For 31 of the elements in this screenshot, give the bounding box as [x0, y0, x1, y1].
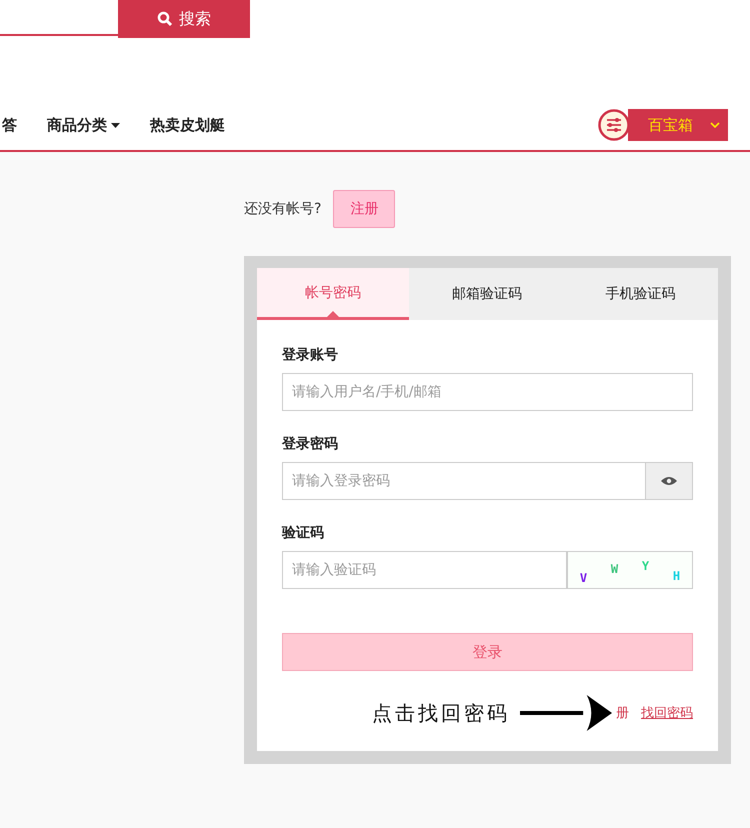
eye-icon — [661, 476, 677, 486]
register-prompt: 还没有帐号? — [244, 200, 322, 218]
login-tab[interactable]: 手机验证码 — [565, 268, 716, 320]
arrow-icon — [520, 695, 612, 731]
sliders-icon[interactable] — [598, 109, 630, 141]
forgot-password-link[interactable]: 找回密码 — [641, 704, 693, 722]
input-field[interactable]: 请输入登录密码 — [282, 462, 646, 500]
nav-link[interactable]: 答 — [2, 116, 17, 134]
toolbox-button[interactable]: 百宝箱 — [628, 109, 728, 141]
nav-link[interactable]: 商品分类 — [47, 116, 120, 134]
field-label: 登录账号 — [282, 346, 339, 364]
nav-link[interactable]: 热卖皮划艇 — [150, 116, 225, 134]
show-password-button[interactable] — [646, 462, 693, 500]
login-tab[interactable]: 帐号密码 — [257, 268, 409, 320]
captcha-char: W — [610, 562, 618, 576]
login-button[interactable]: 登录 — [282, 633, 693, 671]
register-button[interactable]: 注册 — [333, 190, 396, 228]
input-field[interactable]: 请输入用户名/手机/邮箱 — [282, 373, 693, 411]
register-link[interactable]: 册 — [616, 704, 629, 722]
search-icon — [157, 11, 173, 27]
chevron-icon — [710, 122, 720, 128]
input-field[interactable]: 请输入验证码 — [282, 551, 567, 589]
search-button[interactable]: 搜索 — [118, 0, 250, 38]
field-label: 验证码 — [282, 524, 325, 542]
annotation-text: 点击找回密码 — [372, 700, 510, 726]
field-label: 登录密码 — [282, 435, 339, 453]
login-tab[interactable]: 邮箱验证码 — [409, 268, 565, 320]
captcha-char: Y — [642, 559, 650, 573]
captcha-image[interactable]: V W Y H — [567, 551, 693, 589]
captcha-char: H — [672, 569, 680, 583]
captcha-char: V — [580, 571, 588, 585]
